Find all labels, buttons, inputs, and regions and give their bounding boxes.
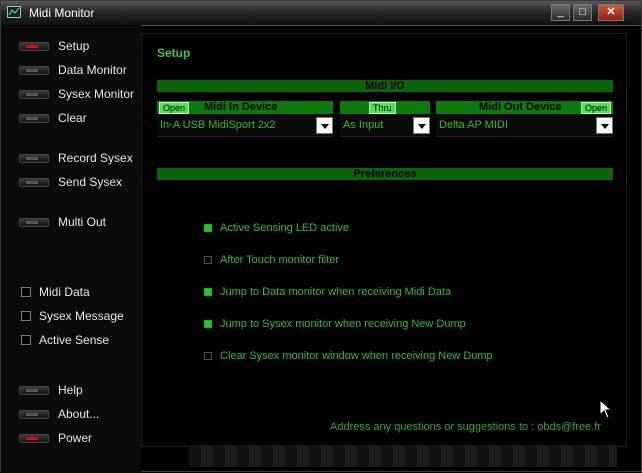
pref-jump-sysex-checkbox[interactable]: Jump to Sysex monitor when receiving New… xyxy=(204,316,466,332)
led-indicator-icon xyxy=(19,433,49,443)
sidebar: Setup Data Monitor Sysex Monitor Clear R… xyxy=(1,25,141,473)
chevron-down-icon[interactable] xyxy=(596,117,613,134)
window-title: Midi Monitor xyxy=(29,6,95,20)
nav-label: Setup xyxy=(58,39,90,53)
led-indicator-icon xyxy=(19,217,49,227)
nav-label: Help xyxy=(58,383,83,397)
title-bar[interactable]: Midi Monitor _ □ ✕ xyxy=(1,1,641,26)
setup-panel: Setup Midi I/O Open Midi In Device Thru … xyxy=(141,33,627,447)
midi-in-header-label: Midi In Device xyxy=(204,101,278,113)
nav-label: Record Sysex xyxy=(58,151,133,165)
led-indicator-icon xyxy=(19,153,49,163)
led-indicator-icon xyxy=(19,385,49,395)
checkbox-label: Midi Data xyxy=(39,285,90,299)
panel-bottom-decoration xyxy=(189,445,617,467)
chevron-down-icon[interactable] xyxy=(316,117,333,134)
midi-in-header: Open Midi In Device xyxy=(157,101,333,114)
nav-label: Multi Out xyxy=(58,215,107,229)
nav-label: Sysex Monitor xyxy=(58,87,135,101)
midi-out-header-label: Midi Out Device xyxy=(479,101,562,113)
mouse-cursor-icon xyxy=(599,399,613,419)
thru-header: Thru xyxy=(340,101,430,114)
pref-label: Clear Sysex monitor window when receivin… xyxy=(220,350,493,362)
checkbox-icon xyxy=(21,311,31,321)
nav-label: Power xyxy=(58,431,93,445)
pref-label: Active Sensing LED active xyxy=(220,222,350,234)
maximize-button[interactable]: □ xyxy=(573,4,592,21)
minimize-button[interactable]: _ xyxy=(551,4,570,21)
nav-power-button[interactable]: Power xyxy=(19,429,92,447)
led-indicator-icon xyxy=(19,113,49,123)
pref-active-sensing-checkbox[interactable]: Active Sensing LED active xyxy=(204,220,349,236)
midi-in-device-select[interactable]: In-A USB MidiSport 2x2 xyxy=(157,116,333,137)
app-window: Midi Monitor _ □ ✕ Setup Data Monitor Sy… xyxy=(0,0,642,473)
contact-footer: Address any questions or suggestions to … xyxy=(330,421,602,433)
midi-data-checkbox[interactable]: Midi Data xyxy=(21,284,90,300)
select-value: As Input xyxy=(343,119,384,131)
preferences-header: Preferences xyxy=(157,168,613,180)
app-icon xyxy=(7,6,21,18)
pref-jump-data-checkbox[interactable]: Jump to Data monitor when receiving Midi… xyxy=(204,284,451,300)
nav-sysex-monitor-button[interactable]: Sysex Monitor xyxy=(19,85,134,103)
checkbox-checked-icon xyxy=(204,288,212,296)
select-value: Delta AP MIDI xyxy=(439,119,508,131)
checkbox-icon xyxy=(204,256,212,264)
checkbox-checked-icon xyxy=(204,224,212,232)
midi-io-header: Midi I/O xyxy=(157,80,613,92)
nav-label: Data Monitor xyxy=(58,63,127,77)
thru-select[interactable]: As Input xyxy=(340,116,430,137)
led-indicator-icon xyxy=(19,89,49,99)
nav-clear-button[interactable]: Clear xyxy=(19,109,87,127)
nav-multi-out-button[interactable]: Multi Out xyxy=(19,213,106,231)
led-indicator-icon xyxy=(19,409,49,419)
checkbox-icon xyxy=(204,352,212,360)
panel-title: Setup xyxy=(157,46,191,60)
nav-about-button[interactable]: About... xyxy=(19,405,99,423)
pref-label: Jump to Sysex monitor when receiving New… xyxy=(220,318,466,330)
checkbox-label: Active Sense xyxy=(39,333,110,347)
nav-label: About... xyxy=(58,407,100,421)
midi-out-open-button[interactable]: Open xyxy=(580,102,611,114)
midi-in-open-button[interactable]: Open xyxy=(159,102,190,114)
led-indicator-icon xyxy=(19,65,49,75)
nav-send-sysex-button[interactable]: Send Sysex xyxy=(19,173,122,191)
close-button[interactable]: ✕ xyxy=(598,4,624,21)
nav-data-monitor-button[interactable]: Data Monitor xyxy=(19,61,127,79)
checkbox-label: Sysex Message xyxy=(39,309,124,323)
midi-out-device-select[interactable]: Delta AP MIDI xyxy=(436,116,613,137)
nav-label: Send Sysex xyxy=(58,175,123,189)
checkbox-icon xyxy=(21,335,31,345)
nav-label: Clear xyxy=(58,111,87,125)
pref-label: Jump to Data monitor when receiving Midi… xyxy=(220,286,452,298)
nav-help-button[interactable]: Help xyxy=(19,381,83,399)
midi-out-header: Midi Out Device Open xyxy=(436,101,613,114)
chevron-down-icon[interactable] xyxy=(413,117,430,134)
checkbox-icon xyxy=(21,287,31,297)
pref-clear-sysex-checkbox[interactable]: Clear Sysex monitor window when receivin… xyxy=(204,348,493,364)
pref-after-touch-checkbox[interactable]: After Touch monitor filter xyxy=(204,252,339,268)
select-value: In-A USB MidiSport 2x2 xyxy=(160,119,276,131)
active-sense-checkbox[interactable]: Active Sense xyxy=(21,332,109,348)
thru-toggle-button[interactable]: Thru xyxy=(369,102,396,114)
pref-label: After Touch monitor filter xyxy=(220,254,340,266)
nav-setup-button[interactable]: Setup xyxy=(19,37,89,55)
nav-record-sysex-button[interactable]: Record Sysex xyxy=(19,149,133,167)
led-indicator-icon xyxy=(19,177,49,187)
sysex-message-checkbox[interactable]: Sysex Message xyxy=(21,308,124,324)
checkbox-checked-icon xyxy=(204,320,212,328)
led-indicator-icon xyxy=(19,41,49,51)
